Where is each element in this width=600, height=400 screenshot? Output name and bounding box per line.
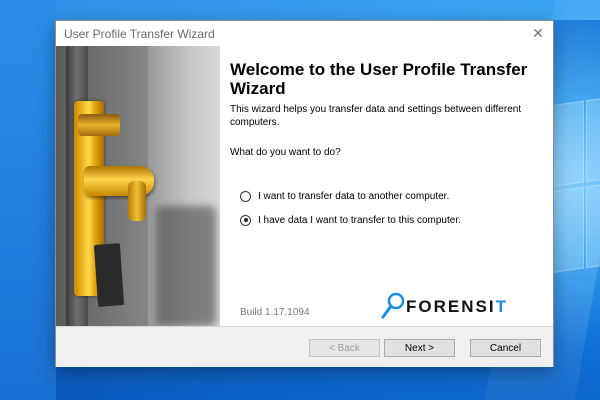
build-number: Build 1.17.1094 bbox=[240, 307, 310, 318]
cancel-button[interactable]: Cancel bbox=[470, 339, 541, 357]
magnifier-icon bbox=[381, 292, 405, 319]
option-label[interactable]: I want to transfer data to another compu… bbox=[258, 191, 449, 202]
wizard-dialog: User Profile Transfer Wizard ✕ Welcome t… bbox=[55, 20, 554, 367]
radio-button-selected[interactable] bbox=[240, 214, 251, 226]
key-card-image bbox=[93, 243, 125, 307]
wizard-question: What do you want to do? bbox=[230, 147, 341, 158]
wizard-heading: Welcome to the User Profile Transfer Wiz… bbox=[230, 60, 528, 98]
title-bar[interactable]: User Profile Transfer Wizard ✕ bbox=[56, 21, 553, 46]
window-title: User Profile Transfer Wizard bbox=[64, 27, 215, 41]
option-transfer-to-this[interactable]: I have data I want to transfer to this c… bbox=[240, 212, 461, 228]
wizard-side-image bbox=[56, 46, 220, 326]
option-label[interactable]: I have data I want to transfer to this c… bbox=[258, 215, 461, 226]
wizard-description: This wizard helps you transfer data and … bbox=[230, 104, 522, 128]
radio-button[interactable] bbox=[240, 190, 251, 202]
desktop-background-top bbox=[0, 0, 600, 20]
next-button[interactable]: Next > bbox=[384, 339, 455, 357]
close-icon[interactable]: ✕ bbox=[523, 21, 553, 46]
forensit-logo: FORENSIT bbox=[380, 291, 530, 321]
back-button[interactable]: < Back bbox=[309, 339, 380, 357]
desktop-background-left bbox=[0, 0, 56, 400]
option-transfer-to-another[interactable]: I want to transfer data to another compu… bbox=[240, 188, 449, 204]
button-bar: < Back Next > Cancel bbox=[56, 326, 553, 367]
wizard-content: Welcome to the User Profile Transfer Wiz… bbox=[230, 46, 545, 326]
logo-text-main: FORENSI bbox=[406, 297, 496, 316]
windows-logo-decoration bbox=[548, 94, 600, 285]
logo-text-accent: T bbox=[495, 297, 508, 316]
